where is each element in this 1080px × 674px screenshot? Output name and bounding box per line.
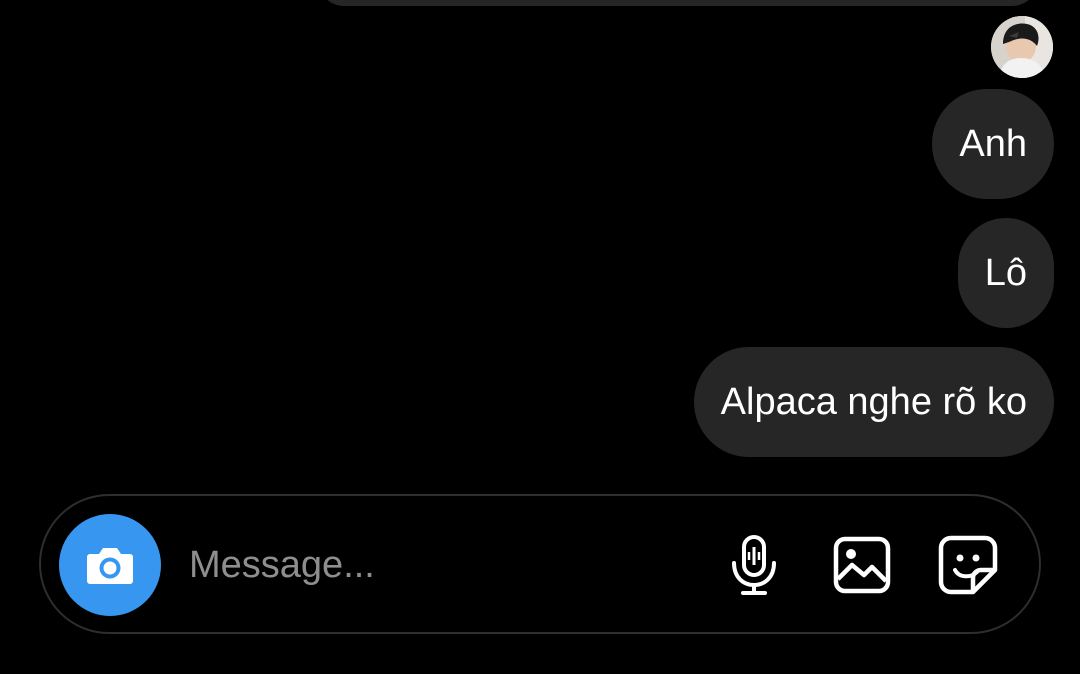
message-bubble[interactable]: Lô bbox=[957, 218, 1054, 328]
chat-screen: Anh Lô Alpaca nghe rõ ko bbox=[0, 0, 1080, 674]
voice-message-button[interactable] bbox=[721, 532, 787, 598]
camera-button[interactable] bbox=[59, 514, 161, 616]
message-bubble[interactable]: Anh bbox=[932, 89, 1054, 199]
message-composer bbox=[39, 494, 1041, 634]
avatar[interactable] bbox=[991, 16, 1053, 78]
previous-message-bubble[interactable] bbox=[318, 0, 1038, 6]
sticker-button[interactable] bbox=[935, 532, 1001, 598]
camera-icon bbox=[87, 548, 133, 584]
microphone-icon bbox=[732, 535, 776, 595]
image-gallery-icon bbox=[833, 536, 891, 594]
gallery-button[interactable] bbox=[829, 532, 895, 598]
message-input[interactable] bbox=[189, 526, 709, 604]
message-bubble[interactable]: Alpaca nghe rõ ko bbox=[693, 347, 1054, 457]
sticker-icon bbox=[938, 535, 998, 595]
